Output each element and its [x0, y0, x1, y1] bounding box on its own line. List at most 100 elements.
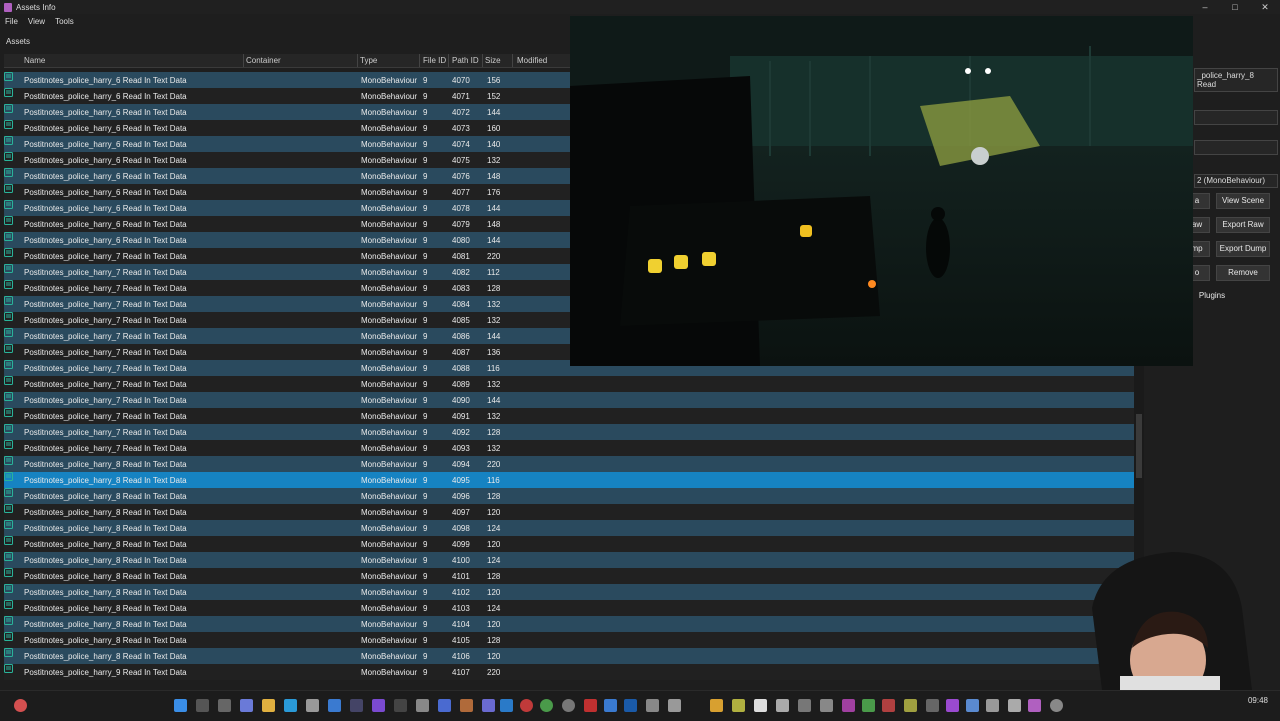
- app-icon-21[interactable]: [842, 699, 855, 712]
- app-icon-14[interactable]: [668, 699, 681, 712]
- table-row[interactable]: Postitnotes_police_harry_8 Read In Text …: [4, 536, 1134, 552]
- table-row[interactable]: Postitnotes_police_harry_7 Read In Text …: [4, 392, 1134, 408]
- monobehaviour-icon: [4, 312, 13, 321]
- table-row[interactable]: Postitnotes_police_harry_8 Read In Text …: [4, 520, 1134, 536]
- scroll-thumb[interactable]: [1136, 414, 1142, 478]
- app-icon-19[interactable]: [798, 699, 811, 712]
- row-size: 160: [487, 124, 501, 133]
- task-view-icon[interactable]: [218, 699, 231, 712]
- column-type[interactable]: Type: [360, 56, 377, 65]
- column-container[interactable]: Container: [246, 56, 281, 65]
- app-icon-6[interactable]: [460, 699, 473, 712]
- app-icon-5[interactable]: [438, 699, 451, 712]
- taskbar: 09:48: [0, 690, 1280, 721]
- row-file-id: 9: [423, 588, 428, 597]
- remove-button[interactable]: Remove: [1216, 265, 1270, 281]
- container-field[interactable]: [1194, 110, 1278, 125]
- widgets-icon[interactable]: [240, 699, 253, 712]
- column-file-id[interactable]: File ID: [423, 56, 446, 65]
- app-icon-24[interactable]: [904, 699, 917, 712]
- monobehaviour-icon: [4, 520, 13, 529]
- chrome-icon[interactable]: [540, 699, 553, 712]
- table-row[interactable]: Postitnotes_police_harry_7 Read In Text …: [4, 408, 1134, 424]
- minimize-icon[interactable]: –: [1190, 0, 1220, 14]
- app-icon-29[interactable]: [1008, 699, 1021, 712]
- row-type: MonoBehaviour: [361, 636, 418, 645]
- row-path-id: 4104: [452, 620, 470, 629]
- app-icon-20[interactable]: [820, 699, 833, 712]
- table-row[interactable]: Postitnotes_police_harry_8 Read In Text …: [4, 568, 1134, 584]
- app-icon-18[interactable]: [776, 699, 789, 712]
- table-row[interactable]: Postitnotes_police_harry_8 Read In Text …: [4, 456, 1134, 472]
- row-size: 144: [487, 396, 501, 405]
- app-icon-28[interactable]: [986, 699, 999, 712]
- assets-app-taskbar-icon[interactable]: [1028, 699, 1041, 712]
- app-icon-3[interactable]: [394, 699, 407, 712]
- row-name: Postitnotes_police_harry_7 Read In Text …: [24, 332, 187, 341]
- app-icon-7[interactable]: [482, 699, 495, 712]
- start-icon[interactable]: [174, 699, 187, 712]
- app-icon-1[interactable]: [328, 699, 341, 712]
- vscode-icon[interactable]: [500, 699, 513, 712]
- app-icon-15[interactable]: [710, 699, 723, 712]
- table-row[interactable]: Postitnotes_police_harry_8 Read In Text …: [4, 632, 1134, 648]
- asset-name-field[interactable]: _police_harry_8 Read: [1194, 68, 1278, 92]
- app-icon-12[interactable]: [624, 699, 637, 712]
- row-path-id: 4088: [452, 364, 470, 373]
- column-path-id[interactable]: Path ID: [452, 56, 479, 65]
- export-dump-button[interactable]: Export Dump: [1216, 241, 1270, 257]
- maximize-icon[interactable]: □: [1220, 0, 1250, 14]
- app-icon-25[interactable]: [926, 699, 939, 712]
- row-name: Postitnotes_police_harry_7 Read In Text …: [24, 396, 187, 405]
- app-icon-16[interactable]: [732, 699, 745, 712]
- file-explorer-icon[interactable]: [262, 699, 275, 712]
- app-icon-4[interactable]: [416, 699, 429, 712]
- app-icon-23[interactable]: [882, 699, 895, 712]
- app-icon-9[interactable]: [562, 699, 575, 712]
- app-icon-17[interactable]: [754, 699, 767, 712]
- app-icon-11[interactable]: [604, 699, 617, 712]
- app-icon-27[interactable]: [966, 699, 979, 712]
- store-icon[interactable]: [306, 699, 319, 712]
- table-row[interactable]: Postitnotes_police_harry_9 Read In Text …: [4, 664, 1134, 680]
- search-icon[interactable]: [196, 699, 209, 712]
- column-name[interactable]: Name: [24, 56, 45, 65]
- view-scene-button[interactable]: View Scene: [1216, 193, 1270, 209]
- row-name: Postitnotes_police_harry_7 Read In Text …: [24, 428, 187, 437]
- row-size: 140: [487, 140, 501, 149]
- table-row[interactable]: Postitnotes_police_harry_7 Read In Text …: [4, 376, 1134, 392]
- column-modified[interactable]: Modified: [517, 56, 547, 65]
- menu-tools[interactable]: Tools: [50, 15, 79, 28]
- menu-file[interactable]: File: [0, 15, 23, 28]
- table-row[interactable]: Postitnotes_police_harry_8 Read In Text …: [4, 648, 1134, 664]
- export-raw-button[interactable]: Export Raw: [1216, 217, 1270, 233]
- app-icon-10[interactable]: [584, 699, 597, 712]
- row-type: MonoBehaviour: [361, 572, 418, 581]
- table-row[interactable]: Postitnotes_police_harry_8 Read In Text …: [4, 616, 1134, 632]
- table-row[interactable]: Postitnotes_police_harry_8 Read In Text …: [4, 472, 1134, 488]
- close-icon[interactable]: ✕: [1250, 0, 1280, 14]
- menu-view[interactable]: View: [23, 15, 50, 28]
- path-field[interactable]: [1194, 140, 1278, 155]
- app-icon-2[interactable]: [372, 699, 385, 712]
- app-icon-8[interactable]: [520, 699, 533, 712]
- steam-icon[interactable]: [350, 699, 363, 712]
- app-icon-26[interactable]: [946, 699, 959, 712]
- table-row[interactable]: Postitnotes_police_harry_8 Read In Text …: [4, 584, 1134, 600]
- row-type: MonoBehaviour: [361, 412, 418, 421]
- app-icon-13[interactable]: [646, 699, 659, 712]
- app-icon-30[interactable]: [1050, 699, 1063, 712]
- edge-browser-icon[interactable]: [284, 699, 297, 712]
- table-row[interactable]: Postitnotes_police_harry_7 Read In Text …: [4, 424, 1134, 440]
- table-row[interactable]: Postitnotes_police_harry_8 Read In Text …: [4, 488, 1134, 504]
- table-row[interactable]: Postitnotes_police_harry_7 Read In Text …: [4, 440, 1134, 456]
- table-row[interactable]: Postitnotes_police_harry_8 Read In Text …: [4, 600, 1134, 616]
- asset-type-field[interactable]: 2 (MonoBehaviour): [1194, 174, 1278, 188]
- row-type: MonoBehaviour: [361, 492, 418, 501]
- app-icon-22[interactable]: [862, 699, 875, 712]
- table-row[interactable]: Postitnotes_police_harry_8 Read In Text …: [4, 552, 1134, 568]
- table-row[interactable]: Postitnotes_police_harry_8 Read In Text …: [4, 504, 1134, 520]
- plugins-button[interactable]: Plugins: [1194, 289, 1230, 305]
- weather-icon[interactable]: [14, 699, 27, 712]
- column-size[interactable]: Size: [485, 56, 501, 65]
